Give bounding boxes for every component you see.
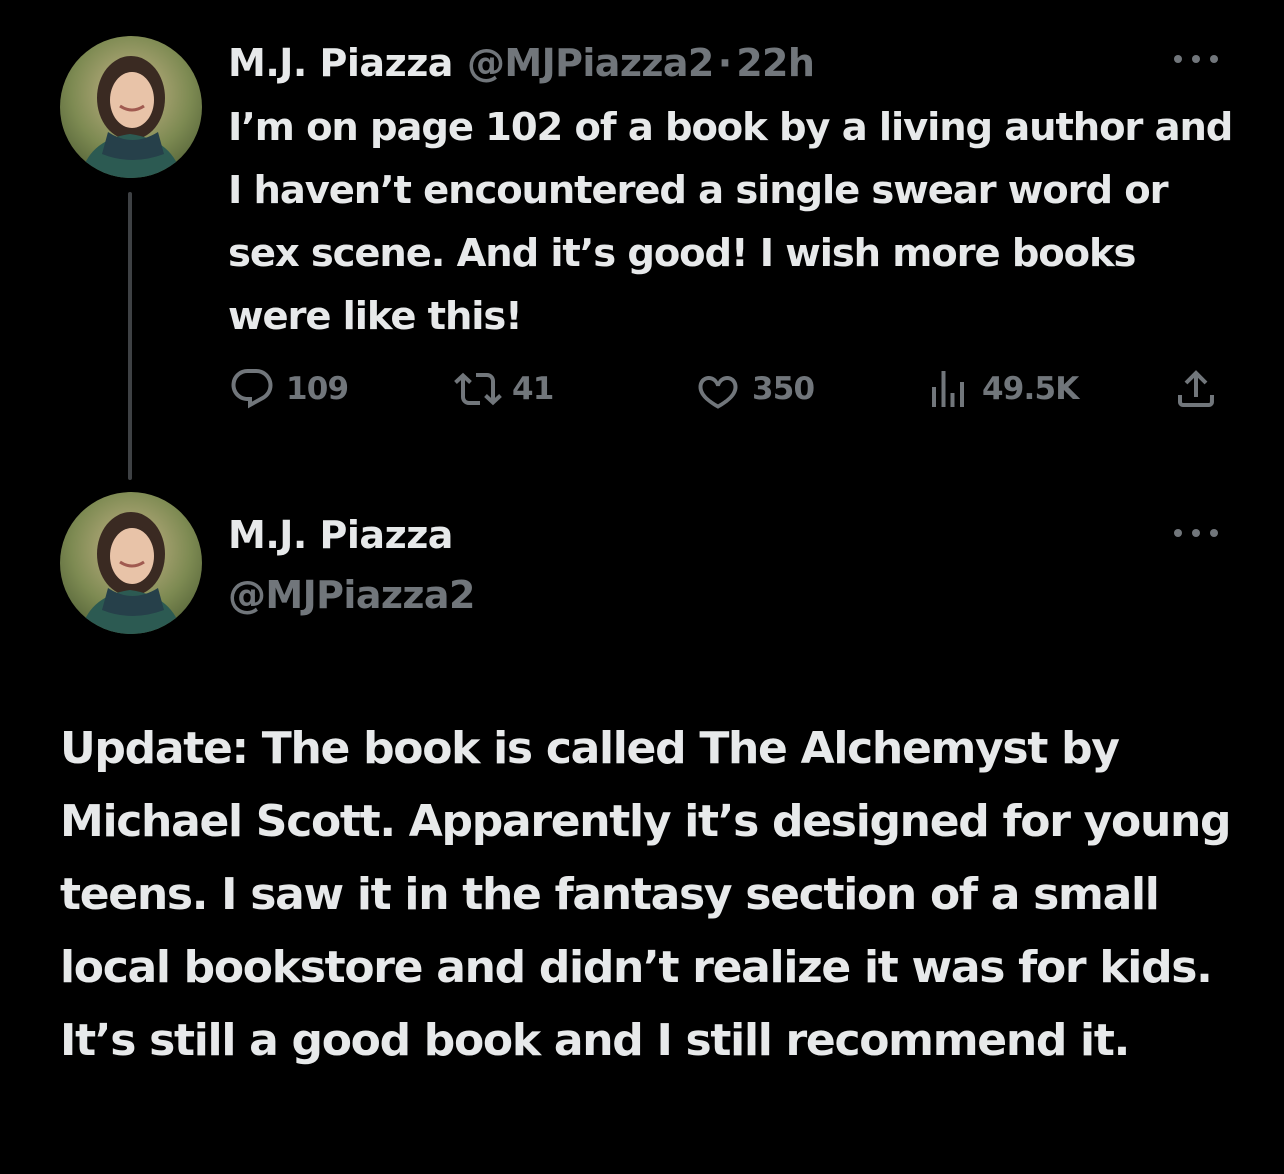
- retweet-icon: [454, 372, 502, 406]
- header-separator: ·: [717, 41, 733, 85]
- more-options-icon[interactable]: [1174, 526, 1218, 540]
- tweet-timestamp[interactable]: 22h: [736, 38, 815, 88]
- like-count: 350: [752, 371, 815, 407]
- reply-count: 109: [286, 371, 349, 407]
- view-count: 49.5K: [982, 371, 1079, 407]
- like-button[interactable]: 350: [694, 362, 815, 416]
- retweet-count: 41: [512, 371, 554, 407]
- retweet-button[interactable]: 41: [454, 362, 554, 416]
- tweet-text: I’m on page 102 of a book by a living au…: [228, 105, 1233, 339]
- share-button[interactable]: [1172, 362, 1220, 416]
- tweet-action-bar: 109 41 350 49.5K: [228, 362, 1228, 416]
- avatar-photo: [60, 492, 202, 634]
- author-avatar[interactable]: [60, 36, 202, 178]
- share-icon: [1178, 370, 1214, 407]
- heart-icon: [698, 375, 738, 409]
- author-name[interactable]: M.J. Piazza: [228, 38, 453, 88]
- views-button[interactable]: 49.5K: [924, 362, 1079, 416]
- thread-connector-line: [128, 192, 132, 480]
- author-handle[interactable]: @MJPiazza2: [228, 566, 475, 624]
- tweet-header: M.J. Piazza @MJPiazza2 · 22h: [228, 38, 815, 88]
- reply-icon: [231, 369, 273, 409]
- views-icon: [932, 371, 964, 407]
- avatar-photo: [60, 36, 202, 178]
- more-options-icon[interactable]: [1174, 52, 1218, 66]
- author-name[interactable]: M.J. Piazza: [228, 506, 453, 564]
- author-handle[interactable]: @MJPiazza2: [467, 38, 714, 88]
- reply-button[interactable]: 109: [228, 362, 349, 416]
- tweet-text: Update: The book is called The Alchemyst…: [60, 723, 1232, 1066]
- author-avatar[interactable]: [60, 492, 202, 634]
